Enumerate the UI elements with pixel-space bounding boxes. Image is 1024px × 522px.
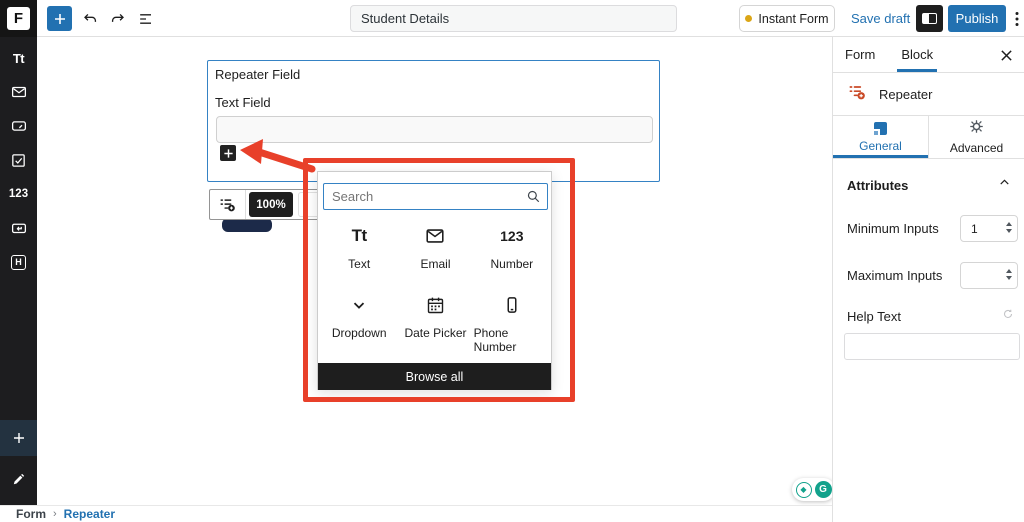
undo-icon[interactable] — [79, 8, 101, 30]
inserter-item-dropdown[interactable]: Dropdown — [321, 293, 397, 354]
tt-glyph: Tt — [13, 51, 24, 66]
help-text-row: Help Text — [833, 299, 1024, 329]
instant-form-label: Instant Form — [758, 12, 828, 26]
inserter-grid: Tt Text Email 123 Number D — [321, 224, 550, 354]
inserter-item-text[interactable]: Tt Text — [321, 224, 397, 271]
help-text-input[interactable] — [844, 333, 1020, 360]
redo-icon[interactable] — [107, 8, 129, 30]
publish-button[interactable]: Publish — [948, 5, 1006, 32]
sidebar-panel-icon — [922, 13, 937, 24]
inserter-item-email[interactable]: Email — [397, 224, 473, 271]
sidebar-tabs: Form Block — [833, 37, 1024, 73]
repeater-icon — [847, 82, 867, 107]
text-field-label: Text Field — [215, 95, 271, 110]
assistant-bulb-icon[interactable]: ◆ — [796, 482, 812, 498]
selected-block-card: Repeater — [833, 73, 1024, 116]
number-stepper-icon[interactable] — [1006, 269, 1012, 280]
smartphone-icon — [502, 293, 522, 317]
plus-icon — [52, 11, 68, 27]
settings-panel-toggle-button[interactable] — [916, 5, 943, 32]
edit-pencil-icon[interactable] — [0, 463, 37, 495]
block-inserter-popup: Tt Text Email 123 Number D — [317, 171, 552, 390]
add-block-button[interactable] — [47, 6, 72, 31]
block-icon — [874, 122, 887, 135]
email-field-icon[interactable] — [0, 75, 37, 109]
123-glyph: 123 — [9, 188, 28, 200]
options-menu-icon[interactable] — [1010, 8, 1024, 30]
width-percentage-badge[interactable]: 100% — [249, 192, 293, 217]
inserter-item-phone-number[interactable]: Phone Number — [474, 293, 550, 354]
close-icon[interactable] — [998, 47, 1014, 63]
browse-all-button[interactable]: Browse all — [318, 363, 551, 390]
help-text-label: Help Text — [847, 309, 901, 324]
attributes-title: Attributes — [847, 178, 908, 193]
breadcrumb-separator: › — [53, 508, 57, 520]
number-field-icon: 123 — [500, 224, 523, 248]
maximum-inputs-field — [960, 262, 1018, 289]
number-stepper-icon[interactable] — [1006, 222, 1012, 233]
phone-field-icon[interactable] — [0, 211, 37, 245]
tab-block[interactable]: Block — [901, 37, 933, 72]
list-view-icon[interactable] — [135, 8, 157, 30]
repeater-block-title: Repeater Field — [215, 67, 300, 82]
browser-extensions-pill: ◆ G — [792, 478, 835, 501]
grammarly-icon[interactable]: G — [815, 481, 832, 498]
chevron-up-icon — [997, 175, 1012, 195]
status-dot-icon — [745, 15, 752, 22]
logo-letter: F — [7, 7, 30, 30]
text-field-input[interactable] — [216, 116, 653, 143]
fluentforms-logo[interactable]: F — [0, 0, 37, 37]
settings-subtabs: General Advanced — [833, 116, 1024, 159]
minimum-inputs-label: Minimum Inputs — [847, 221, 939, 236]
save-draft-button[interactable]: Save draft — [851, 11, 910, 26]
form-title-input[interactable] — [350, 5, 677, 32]
editor-canvas: Repeater Field Text Field 100% — [37, 37, 832, 505]
editor-window: F Instant Form Save draft Publish — [0, 0, 1024, 522]
textarea-field-icon[interactable] — [0, 109, 37, 143]
plus-icon — [223, 148, 234, 159]
search-input[interactable] — [323, 183, 548, 210]
reset-icon[interactable] — [1002, 307, 1014, 325]
plus-icon — [11, 430, 27, 446]
number-field-icon[interactable]: 123 — [0, 177, 37, 211]
repeater-icon[interactable] — [210, 190, 246, 219]
settings-sidebar: Form Block Repeater General Advanced — [832, 37, 1024, 522]
inserter-item-number[interactable]: 123 Number — [474, 224, 550, 271]
maximum-inputs-row: Maximum Inputs — [833, 252, 1024, 299]
selected-block-name: Repeater — [879, 87, 932, 102]
email-field-icon — [424, 224, 446, 248]
text-field-icon[interactable]: Tt — [0, 41, 37, 75]
repeater-field-block[interactable]: Repeater Field Text Field — [207, 60, 660, 182]
minimum-inputs-row: Minimum Inputs — [833, 205, 1024, 252]
editor-top-bar: F Instant Form Save draft Publish — [0, 0, 1024, 37]
text-field-icon: Tt — [352, 224, 367, 248]
rail-add-field-button[interactable] — [0, 420, 37, 456]
inserter-item-date-picker[interactable]: Date Picker — [397, 293, 473, 354]
attributes-section-header[interactable]: Attributes — [833, 159, 1024, 205]
instant-form-button[interactable]: Instant Form — [739, 5, 835, 32]
repeater-add-row-button[interactable] — [220, 145, 236, 161]
heading-field-icon[interactable]: H — [0, 245, 37, 279]
search-field — [323, 183, 548, 210]
chevron-down-icon — [350, 293, 368, 317]
maximum-inputs-label: Maximum Inputs — [847, 268, 942, 283]
minimum-inputs-field — [960, 215, 1018, 242]
breadcrumb-repeater-link[interactable]: Repeater — [64, 507, 115, 521]
checkbox-field-icon[interactable] — [0, 143, 37, 177]
breadcrumb: Form › Repeater — [0, 505, 832, 522]
tab-advanced[interactable]: Advanced — [928, 116, 1024, 158]
calendar-icon — [425, 293, 446, 317]
tab-general[interactable]: General — [833, 116, 928, 158]
gear-icon — [969, 119, 984, 137]
field-types-rail: Tt 123 H — [0, 37, 37, 505]
tooltip-fragment — [222, 218, 272, 232]
tab-form[interactable]: Form — [845, 37, 875, 72]
h-glyph: H — [11, 255, 26, 270]
field-icons-stack: Tt 123 H — [0, 41, 37, 279]
breadcrumb-form-link[interactable]: Form — [16, 507, 46, 521]
